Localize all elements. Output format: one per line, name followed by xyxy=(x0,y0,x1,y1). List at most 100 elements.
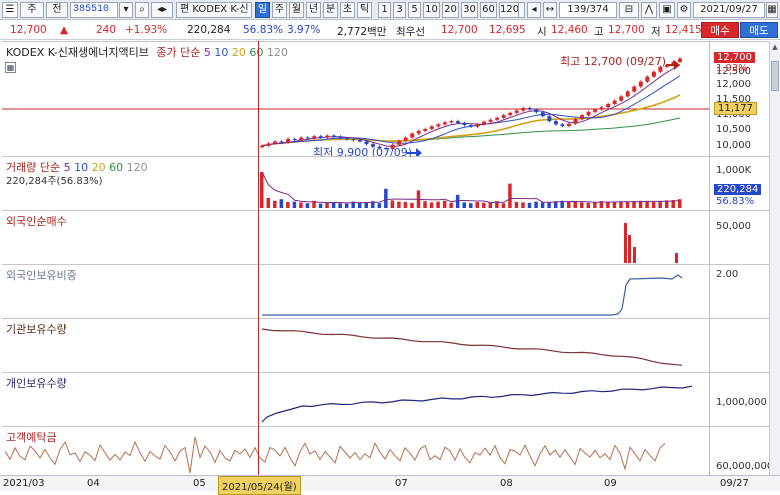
candle-body xyxy=(678,58,682,62)
deposit-panel[interactable]: 고객예탁금 xyxy=(2,426,709,475)
volume-axis: 1,000K 220,284 56.83% xyxy=(709,156,769,210)
candle-body xyxy=(586,111,591,116)
foreign-net-panel[interactable]: 외국인순매수 xyxy=(2,210,709,264)
candle-body xyxy=(553,121,558,125)
dropdown-chevron-icon[interactable]: ▾ xyxy=(119,2,133,18)
volume-bar xyxy=(514,202,519,208)
type-select[interactable]: 전 xyxy=(46,2,68,18)
volume-bar xyxy=(357,202,362,208)
foreign-net-tick: 50,000 xyxy=(716,221,751,232)
interval-button-20[interactable]: 20 xyxy=(442,2,459,18)
market-select[interactable]: 주 xyxy=(20,2,44,18)
crosshair-vertical-line xyxy=(258,41,259,475)
page-counter[interactable]: 139/374 xyxy=(559,2,617,18)
period-tab-2[interactable]: 월 xyxy=(289,2,304,18)
ma-legend-5: 5 xyxy=(203,46,211,59)
interval-button-30[interactable]: 30 xyxy=(461,2,478,18)
calendar-icon[interactable]: ▦ xyxy=(766,2,778,18)
current-pct-tag: 1.93% xyxy=(716,63,748,74)
scroll-up-icon[interactable]: ▲ xyxy=(771,43,779,51)
volume-bar xyxy=(436,201,440,208)
period-tab-5[interactable]: 초 xyxy=(340,2,355,18)
price-panel[interactable]: KODEX K-신재생에너지액티브 종가 단순 5 10 20 60 120 ▦… xyxy=(2,41,709,156)
quote-bar: 12,700 ▲ 240 +1.93% 220,284 56.83% 3.97%… xyxy=(0,21,780,40)
candle-body xyxy=(638,81,643,87)
volume-panel[interactable]: 거래량 단순 5 10 20 60 120 220,284주(56.83%) xyxy=(2,156,709,210)
code-input[interactable]: 385510 xyxy=(70,2,118,18)
deposit-title: 고객예탁금 xyxy=(6,431,57,444)
settings-icon[interactable]: ⚙ xyxy=(677,2,691,18)
candle-body xyxy=(475,124,480,127)
period-tab-4[interactable]: 분 xyxy=(323,2,338,18)
high-note: 최고 12,700 (09/27) xyxy=(560,55,667,68)
volume-bar xyxy=(429,202,434,208)
individual-line xyxy=(261,385,693,423)
volume-bar xyxy=(338,203,342,208)
volume-tag: 220,284 xyxy=(714,184,762,195)
volume-bar xyxy=(586,202,591,208)
foreign-hold-panel[interactable]: 외국인보유비중 xyxy=(2,264,709,318)
candle-body xyxy=(325,135,330,138)
candle-body xyxy=(260,145,264,148)
chart-type-icon[interactable]: ⋀ xyxy=(641,2,657,18)
volume-sub: 220,284주(56.83%) xyxy=(6,176,103,187)
crosshair-value-tag: 11,177 xyxy=(714,102,757,115)
volume-bar xyxy=(305,203,310,208)
crosshair-date-tag: 2021/05/24(월) xyxy=(218,476,301,495)
current-price-tag: 12,700 xyxy=(714,52,755,63)
volume-bar xyxy=(619,202,623,208)
ma-line-60 xyxy=(261,117,681,147)
grid-menu-icon[interactable]: ☰ xyxy=(2,2,18,18)
zoom-icon[interactable]: ⊟ xyxy=(619,2,639,18)
candle-body xyxy=(344,138,349,140)
candle-body xyxy=(645,76,650,82)
interval-button-5[interactable]: 5 xyxy=(408,2,421,18)
candle-body xyxy=(299,137,304,140)
volume-bar xyxy=(521,202,525,208)
interval-button-3[interactable]: 3 xyxy=(393,2,406,18)
foreign-hold-title: 외국인보유비중 xyxy=(6,269,77,282)
volume-bar xyxy=(612,202,617,208)
volume-bar xyxy=(606,201,610,208)
volume-bar xyxy=(527,202,532,208)
interval-button-10[interactable]: 10 xyxy=(423,2,440,18)
foreign-net-bar xyxy=(633,247,636,263)
prev-arrow-icon[interactable]: ◂ xyxy=(527,2,541,18)
panel-grid-icon[interactable]: ▦ xyxy=(5,62,16,73)
candle-body xyxy=(508,112,513,116)
period-tab-3[interactable]: 년 xyxy=(306,2,321,18)
volume-bar xyxy=(286,202,290,208)
date-field[interactable]: 2021/09/27 xyxy=(693,2,765,18)
candle-body xyxy=(351,139,356,141)
candle-body xyxy=(469,125,473,127)
pan-icon[interactable]: ↔ xyxy=(543,2,557,18)
vertical-scrollbar[interactable]: ▲ xyxy=(769,41,780,475)
speaker-icon[interactable]: ◂▸ xyxy=(151,2,173,18)
sell-button[interactable]: 매도 xyxy=(740,22,778,38)
name-field[interactable]: 편 KODEX K-신 xyxy=(176,2,252,18)
volume-bar xyxy=(403,202,408,208)
buy-button[interactable]: 매수 xyxy=(701,22,739,38)
individual-panel[interactable]: 개인보유수량 xyxy=(2,372,709,426)
volume-bar xyxy=(273,200,277,208)
ratio2: 3.97% xyxy=(287,24,321,36)
interval-button-120[interactable]: 120 xyxy=(499,2,519,18)
interval-button-60[interactable]: 60 xyxy=(480,2,497,18)
institution-panel[interactable]: 기관보유수량 xyxy=(2,318,709,372)
volume-bar xyxy=(580,202,584,208)
candle-body xyxy=(488,119,493,122)
save-icon[interactable]: ▣ xyxy=(659,2,675,18)
ma-line-20 xyxy=(261,94,681,147)
scroll-thumb[interactable] xyxy=(771,61,779,91)
ma-legend-10: 10 xyxy=(210,46,229,59)
search-icon[interactable]: ⌕ xyxy=(135,2,149,18)
period-tab-1[interactable]: 주 xyxy=(272,2,287,18)
volume-bar xyxy=(482,202,486,208)
interval-button-1[interactable]: 1 xyxy=(378,2,391,18)
period-tab-0[interactable]: 일 xyxy=(255,2,270,18)
period-tab-6[interactable]: 틱 xyxy=(357,2,372,18)
candle-body xyxy=(312,136,317,139)
date-axis[interactable]: 2021/03 04 05 2021/05/24(월) 07 08 09 09/… xyxy=(0,475,780,495)
edit-label: 편 xyxy=(180,4,190,15)
volume-bar xyxy=(488,202,493,208)
